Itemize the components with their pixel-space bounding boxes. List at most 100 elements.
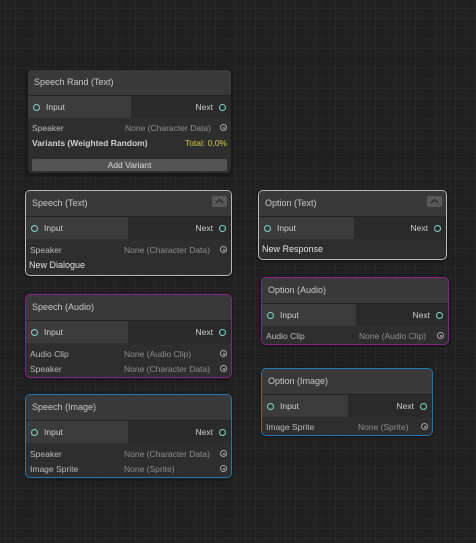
output-port-icon[interactable] [420, 402, 427, 410]
image-sprite-label: Image Sprite [266, 422, 315, 432]
speaker-label: Speaker [30, 364, 62, 374]
variants-total: Total: 0,0% [184, 138, 227, 148]
input-port-icon[interactable] [31, 428, 38, 436]
next-port[interactable]: Next [128, 321, 231, 343]
variants-header: Variants (Weighted Random) Total: 0,0% [28, 136, 231, 151]
port-row: Input Next [262, 304, 448, 326]
next-port[interactable]: Next [131, 96, 231, 118]
speaker-value[interactable]: None (Character Data) [124, 243, 210, 258]
audio-clip-field[interactable]: Audio Clip None (Audio Clip) [262, 329, 448, 344]
object-picker-icon[interactable] [220, 246, 227, 253]
object-picker-icon[interactable] [421, 423, 428, 430]
node-title-label: Speech (Text) [32, 198, 88, 208]
speaker-field[interactable]: Speaker None (Character Data) [28, 121, 231, 136]
speaker-value[interactable]: None (Character Data) [124, 447, 210, 462]
input-port-icon[interactable] [31, 224, 38, 232]
input-port-label: Input [277, 223, 296, 233]
image-sprite-value[interactable]: None (Sprite) [358, 420, 409, 435]
input-port-icon[interactable] [267, 311, 274, 319]
object-picker-icon[interactable] [220, 465, 227, 472]
output-port-icon[interactable] [219, 224, 226, 232]
output-port-icon[interactable] [219, 328, 226, 336]
input-port-label: Input [44, 327, 63, 337]
port-row: Input Next [26, 321, 231, 343]
object-picker-icon[interactable] [220, 350, 227, 357]
node-speech-image[interactable]: Speech (Image) Input Next Speaker None (… [25, 394, 232, 478]
next-port-label: Next [412, 310, 430, 320]
node-title-label: Option (Text) [265, 198, 317, 208]
next-port-label: Next [195, 223, 213, 233]
node-speech-audio[interactable]: Speech (Audio) Input Next Audio Clip Non… [25, 294, 232, 378]
input-port-label: Input [44, 427, 63, 437]
node-option-text[interactable]: Option (Text) Input Next New Response [258, 190, 447, 260]
input-port[interactable]: Input [28, 96, 131, 118]
next-port[interactable]: Next [348, 395, 432, 417]
output-port-icon[interactable] [219, 428, 226, 436]
node-option-image[interactable]: Option (Image) Input Next Image Sprite N… [261, 368, 433, 436]
next-port[interactable]: Next [356, 304, 448, 326]
image-sprite-field[interactable]: Image Sprite None (Sprite) [262, 420, 432, 435]
node-title[interactable]: Speech (Text) [26, 191, 231, 217]
next-port[interactable]: Next [354, 217, 446, 239]
speaker-value[interactable]: None (Character Data) [125, 121, 211, 136]
input-port[interactable]: Input [262, 304, 356, 326]
graph-canvas[interactable]: Speech Rand (Text) Input Next Speaker No… [0, 0, 476, 543]
port-row: Input Next [259, 217, 446, 239]
collapse-button[interactable] [427, 196, 442, 207]
node-speech-rand-text[interactable]: Speech Rand (Text) Input Next Speaker No… [27, 69, 232, 174]
speaker-label: Speaker [32, 123, 64, 133]
next-port-label: Next [410, 223, 428, 233]
dialogue-text-field[interactable]: New Dialogue [26, 258, 231, 273]
next-port-label: Next [195, 327, 213, 337]
output-port-icon[interactable] [436, 311, 443, 319]
node-title[interactable]: Speech (Audio) [26, 295, 231, 321]
speaker-value[interactable]: None (Character Data) [124, 362, 210, 377]
image-sprite-field[interactable]: Image Sprite None (Sprite) [26, 462, 231, 477]
input-port-icon[interactable] [267, 402, 274, 410]
audio-clip-value[interactable]: None (Audio Clip) [124, 347, 191, 362]
next-port-label: Next [195, 102, 213, 112]
input-port[interactable]: Input [262, 395, 348, 417]
output-port-icon[interactable] [219, 103, 226, 111]
object-picker-icon[interactable] [437, 332, 444, 339]
node-title[interactable]: Speech (Image) [26, 395, 231, 421]
input-port[interactable]: Input [26, 421, 128, 443]
object-picker-icon[interactable] [220, 365, 227, 372]
input-port[interactable]: Input [259, 217, 354, 239]
input-port-label: Input [280, 310, 299, 320]
node-option-audio[interactable]: Option (Audio) Input Next Audio Clip Non… [261, 277, 449, 345]
input-port-label: Input [46, 102, 65, 112]
input-port-icon[interactable] [264, 224, 271, 232]
audio-clip-label: Audio Clip [30, 349, 69, 359]
response-text-field[interactable]: New Response [259, 242, 446, 257]
speaker-field[interactable]: Speaker None (Character Data) [26, 362, 231, 377]
input-port-icon[interactable] [33, 103, 40, 111]
object-picker-icon[interactable] [220, 450, 227, 457]
node-title[interactable]: Option (Image) [262, 369, 432, 395]
audio-clip-label: Audio Clip [266, 331, 305, 341]
node-title[interactable]: Option (Audio) [262, 278, 448, 304]
speaker-field[interactable]: Speaker None (Character Data) [26, 447, 231, 462]
add-variant-button[interactable]: Add Variant [32, 159, 227, 171]
port-row: Input Next [26, 421, 231, 443]
speaker-field[interactable]: Speaker None (Character Data) [26, 243, 231, 258]
node-title[interactable]: Speech Rand (Text) [28, 70, 231, 96]
audio-clip-value[interactable]: None (Audio Clip) [359, 329, 426, 344]
input-port[interactable]: Input [26, 321, 128, 343]
input-port[interactable]: Input [26, 217, 128, 239]
port-row: Input Next [262, 395, 432, 417]
input-port-icon[interactable] [31, 328, 38, 336]
next-port[interactable]: Next [128, 217, 231, 239]
object-picker-icon[interactable] [220, 124, 227, 131]
node-speech-text[interactable]: Speech (Text) Input Next Speaker None (C… [25, 190, 232, 276]
next-port-label: Next [195, 427, 213, 437]
audio-clip-field[interactable]: Audio Clip None (Audio Clip) [26, 347, 231, 362]
variants-label: Variants (Weighted Random) [32, 138, 148, 148]
input-port-label: Input [280, 401, 299, 411]
collapse-button[interactable] [212, 196, 227, 207]
next-port[interactable]: Next [128, 421, 231, 443]
image-sprite-value[interactable]: None (Sprite) [124, 462, 175, 477]
output-port-icon[interactable] [434, 224, 441, 232]
node-title[interactable]: Option (Text) [259, 191, 446, 217]
speaker-label: Speaker [30, 245, 62, 255]
